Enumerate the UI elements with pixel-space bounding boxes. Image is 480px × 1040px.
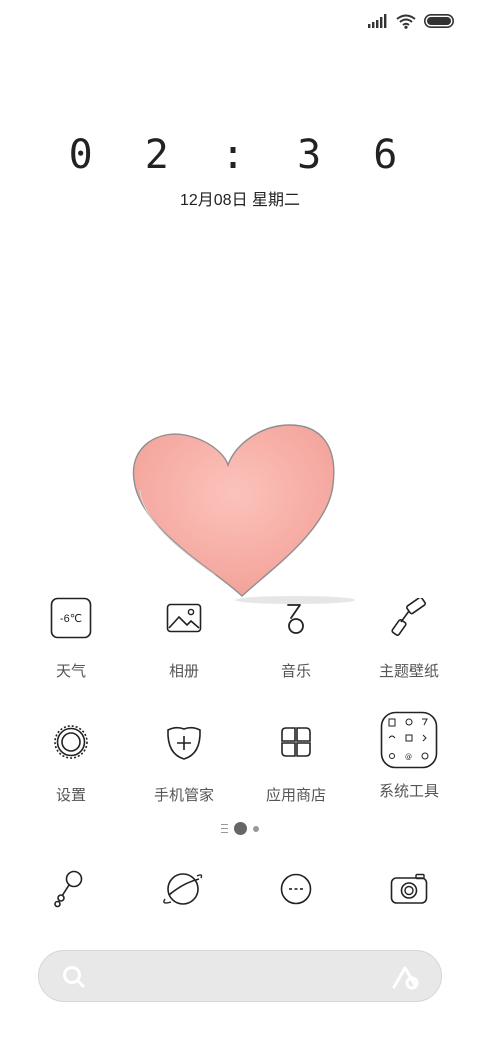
dock-camera[interactable]	[384, 868, 434, 914]
system-tools-folder-icon: @	[379, 710, 439, 770]
phone-icon	[53, 869, 87, 914]
app-label: 应用商店	[265, 787, 326, 804]
theme-brush-icon	[383, 592, 435, 644]
lock-date: 12月08日 星期二	[179, 192, 301, 209]
browser-planet-icon	[163, 869, 203, 914]
app-settings[interactable]: 设置	[16, 716, 126, 805]
page-dot-active	[234, 822, 247, 835]
search-icon	[61, 964, 87, 995]
lock-clock: 0 2 : 3 6	[68, 132, 412, 178]
wifi-icon	[396, 14, 416, 29]
search-bar[interactable]	[38, 950, 442, 1002]
music-icon	[270, 592, 322, 644]
app-label: 主题壁纸	[378, 663, 439, 680]
dock-browser[interactable]	[158, 868, 208, 914]
home-screen: 0 2 : 3 6 12月08日 星期二 -6℃ 天气 相册 音乐 主题壁纸 设…	[0, 0, 480, 1040]
signal-icon	[368, 14, 388, 28]
app-label: 天气	[55, 663, 86, 680]
menu-lines-icon	[221, 824, 228, 833]
messages-icon	[279, 872, 313, 911]
app-weather[interactable]: -6℃ 天气	[16, 592, 126, 681]
gallery-icon	[158, 592, 210, 644]
app-themes[interactable]: 主题壁纸	[354, 592, 464, 681]
dock-messages[interactable]	[271, 868, 321, 914]
camera-icon	[390, 873, 428, 910]
weather-icon: -6℃	[45, 592, 97, 644]
status-bar	[368, 10, 454, 32]
app-label: 设置	[55, 787, 86, 804]
app-music[interactable]: 音乐	[241, 592, 351, 681]
battery-icon	[424, 14, 454, 28]
app-label: 系统工具	[378, 783, 439, 800]
page-dot	[253, 825, 259, 832]
app-gallery[interactable]: 相册	[129, 592, 239, 681]
assistant-icon[interactable]	[391, 963, 421, 996]
app-security[interactable]: 手机管家	[129, 716, 239, 805]
page-indicator[interactable]	[0, 822, 480, 835]
app-store-grid-icon	[270, 716, 322, 768]
weather-temp-text: -6℃	[59, 612, 83, 625]
app-store[interactable]: 应用商店	[241, 716, 351, 805]
settings-gear-icon	[45, 716, 97, 768]
security-shield-icon	[158, 716, 210, 768]
app-system-tools-folder[interactable]: @ 系统工具	[354, 710, 464, 801]
app-label: 手机管家	[153, 787, 214, 804]
app-label: 音乐	[280, 663, 311, 680]
dock-phone[interactable]	[45, 868, 95, 914]
svg-text:@: @	[405, 753, 412, 761]
heart-wallpaper	[120, 410, 360, 615]
app-label: 相册	[168, 663, 199, 680]
